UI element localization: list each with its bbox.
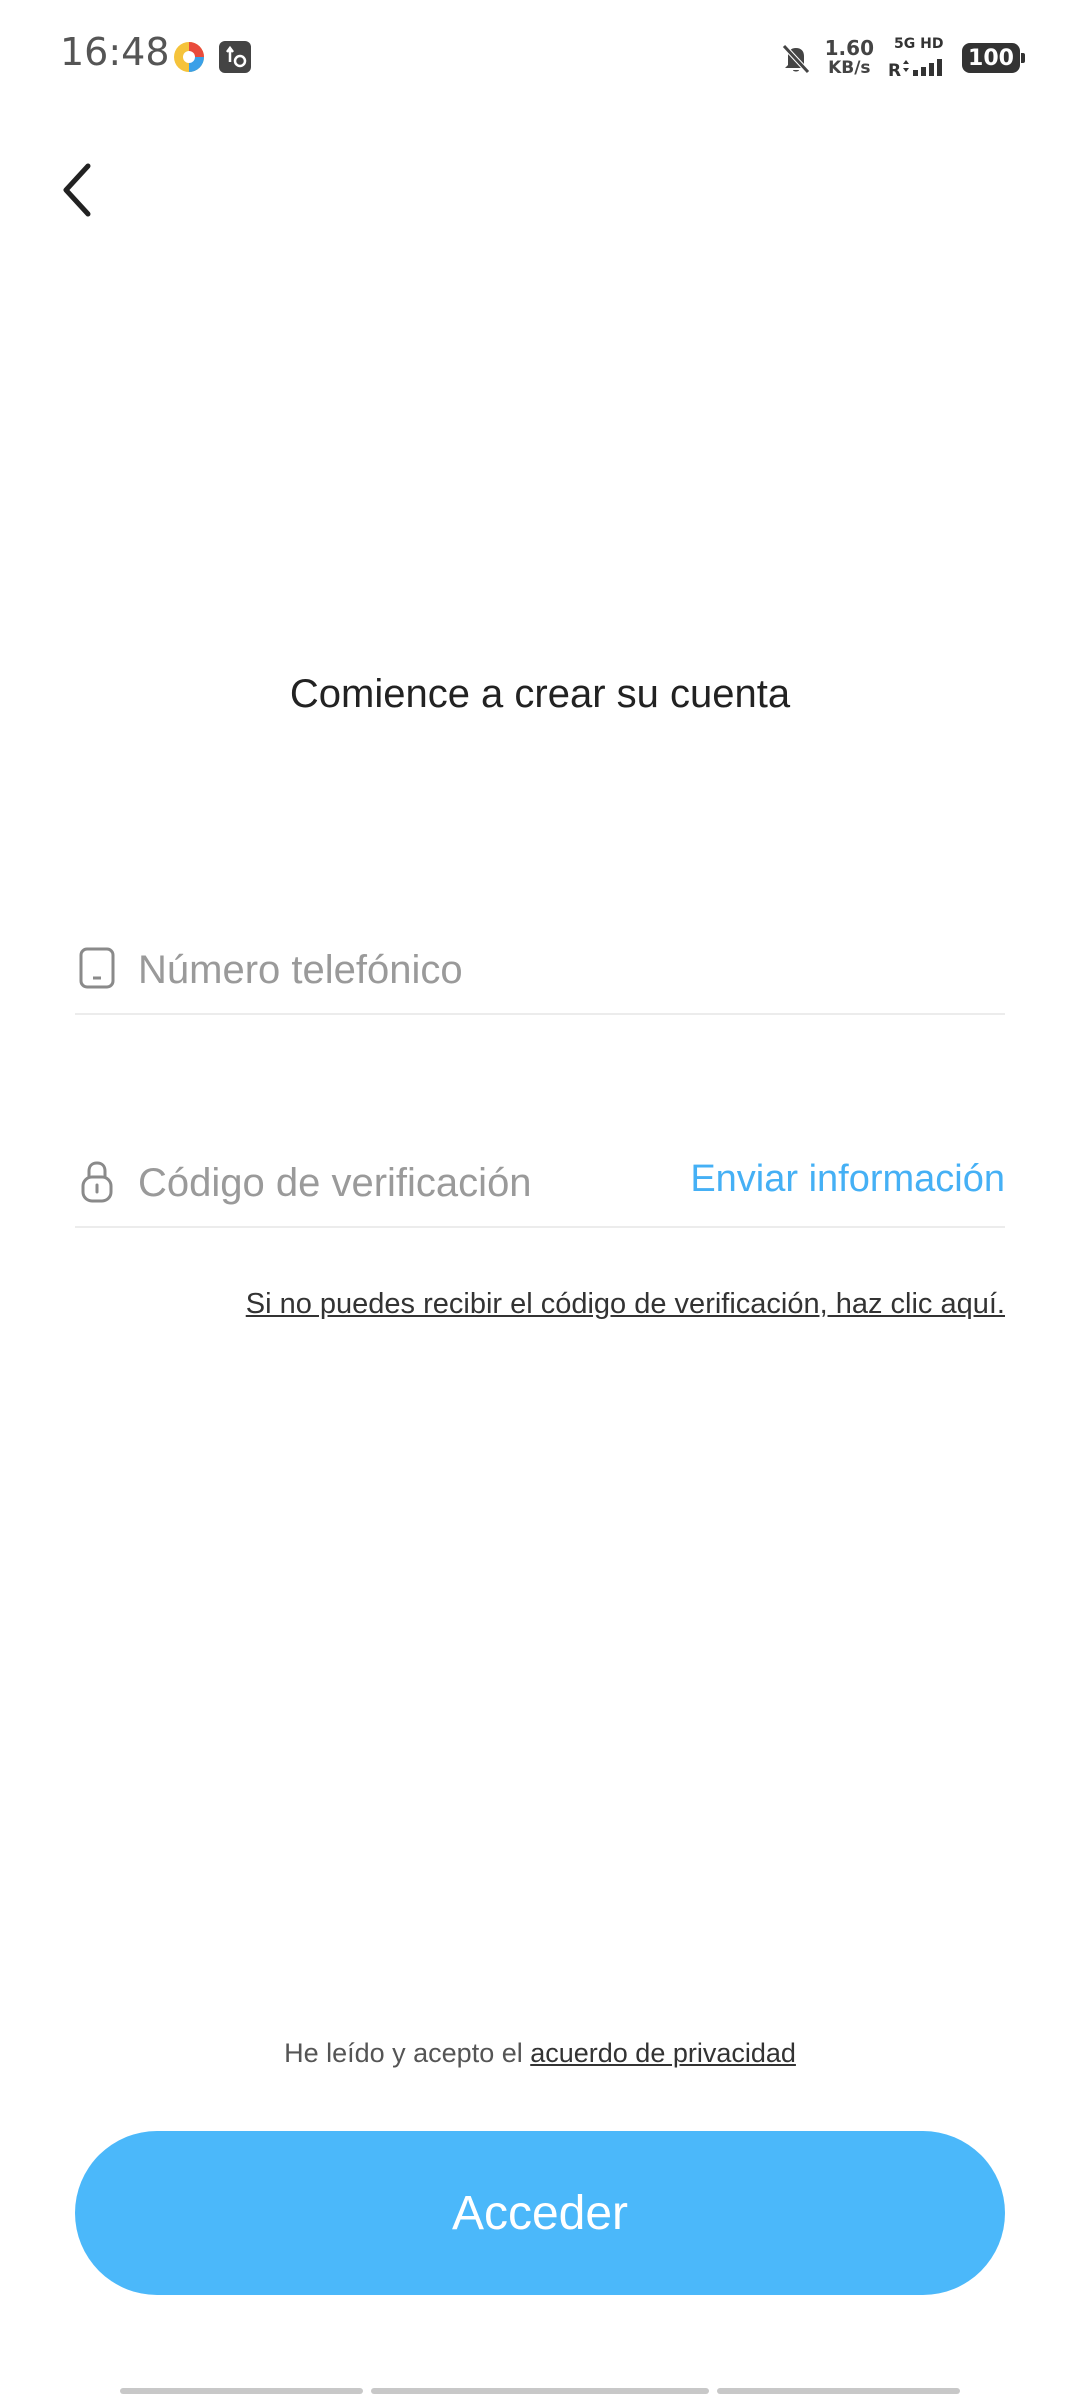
login-button[interactable]: Acceder bbox=[75, 2131, 1005, 2295]
verification-code-input[interactable] bbox=[138, 1148, 698, 1218]
lock-icon bbox=[81, 1161, 113, 1203]
browser-app-icon bbox=[174, 42, 204, 72]
network-label: 5G HD bbox=[894, 36, 944, 52]
phone-field-row bbox=[75, 925, 1005, 1015]
code-field-row: Enviar información bbox=[75, 1138, 1005, 1228]
nav-segment bbox=[370, 2388, 710, 2394]
login-screen: 16:48 1.60 KB/s 5G HD R 100 Comience a c… bbox=[0, 0, 1080, 2400]
net-speed-unit: KB/s bbox=[828, 58, 871, 78]
net-speed: 1.60 KB/s bbox=[825, 38, 874, 78]
usb-debug-icon bbox=[219, 41, 251, 73]
nav-segment bbox=[120, 2388, 363, 2394]
code-help-link[interactable]: Si no puedes recibir el código de verifi… bbox=[246, 1288, 1005, 1321]
phone-icon bbox=[79, 947, 115, 989]
privacy-agreement-line: He leído y acepto el acuerdo de privacid… bbox=[0, 2038, 1080, 2069]
net-speed-value: 1.60 bbox=[824, 36, 874, 60]
chevron-left-icon bbox=[63, 163, 91, 217]
battery-icon: 100 bbox=[962, 43, 1025, 73]
send-code-button[interactable]: Enviar información bbox=[690, 1158, 1005, 1201]
bell-muted-icon bbox=[781, 44, 810, 74]
privacy-agreement-link[interactable]: acuerdo de privacidad bbox=[530, 2038, 796, 2068]
gesture-nav-bar bbox=[120, 2388, 961, 2394]
signal-indicator: 5G HD R bbox=[886, 36, 950, 81]
back-button[interactable] bbox=[48, 150, 108, 230]
phone-number-input[interactable] bbox=[138, 935, 698, 1005]
battery-level: 100 bbox=[968, 45, 1014, 71]
status-time: 16:48 bbox=[60, 30, 170, 74]
privacy-prefix: He leído y acepto el bbox=[284, 2038, 531, 2068]
status-right: 1.60 KB/s 5G HD R 100 bbox=[779, 36, 1025, 81]
page-title: Comience a crear su cuenta bbox=[289, 672, 791, 716]
status-bar: 16:48 1.60 KB/s 5G HD R 100 bbox=[0, 0, 1080, 115]
svg-text:R: R bbox=[888, 61, 901, 80]
nav-segment bbox=[717, 2388, 961, 2394]
